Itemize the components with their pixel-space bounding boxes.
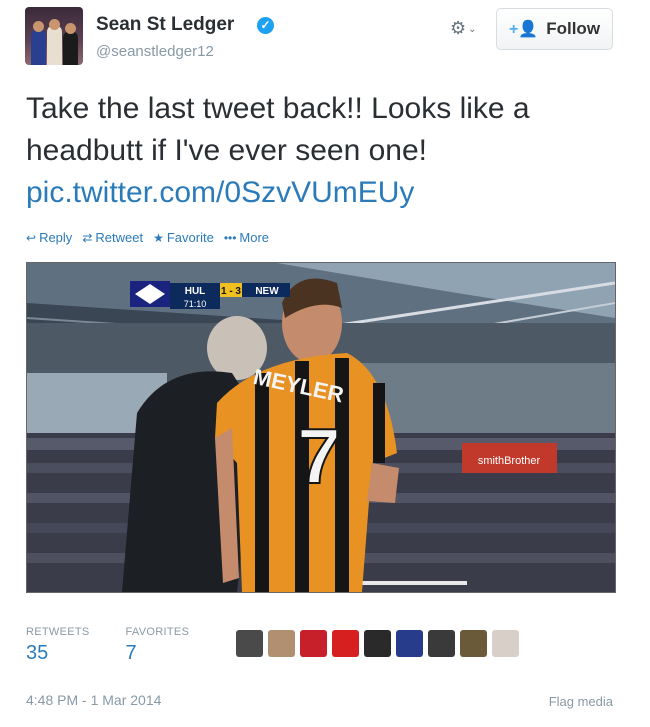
retweet-icon: ⇄	[82, 230, 93, 245]
more-action[interactable]: ••• More	[224, 230, 269, 245]
tweet-media-link[interactable]: pic.twitter.com/0SzvVUmEUy	[26, 172, 626, 214]
match-clock: 71:10	[184, 299, 207, 309]
user-name[interactable]: Sean St Ledger	[96, 14, 234, 36]
retweets-stat[interactable]: RETWEETS 35	[26, 626, 90, 665]
avatar-figure	[31, 29, 46, 65]
tweet-text: Take the last tweet back!! Looks like a …	[26, 88, 626, 214]
reply-label: Reply	[39, 230, 73, 245]
chevron-down-icon: ⌄	[468, 23, 477, 35]
tweet-actions: ↩ Reply ⇄ Retweet ★ Favorite ••• More	[26, 230, 269, 245]
favoriter-avatar[interactable]	[364, 630, 391, 657]
favoriter-avatar[interactable]	[300, 630, 327, 657]
avatar-head	[65, 23, 76, 34]
avatar-head	[33, 21, 44, 32]
score-home: HUL	[185, 286, 206, 297]
avatar[interactable]	[25, 7, 83, 65]
tweet-media-photo[interactable]: smithBrother MEYLER 7 HUL 1 - 3 NEW 71:1	[26, 262, 616, 593]
favoriter-avatar[interactable]	[492, 630, 519, 657]
favoriter-avatar[interactable]	[428, 630, 455, 657]
tweet-body: Take the last tweet back!! Looks like a …	[26, 92, 530, 167]
favorites-count: 7	[125, 642, 137, 664]
retweet-label: Retweet	[95, 230, 144, 245]
star-icon: ★	[153, 230, 164, 245]
stadium-banner: smithBrother	[478, 455, 541, 467]
favorite-label: Favorite	[166, 230, 214, 245]
favoriter-avatar[interactable]	[268, 630, 295, 657]
flag-media-link[interactable]: Flag media	[549, 694, 613, 709]
favorite-action[interactable]: ★ Favorite	[153, 230, 214, 245]
gear-icon: ⚙	[450, 18, 467, 38]
favorites-label: FAVORITES	[125, 626, 190, 638]
retweets-label: RETWEETS	[26, 626, 90, 638]
follow-icon: +👤	[508, 21, 539, 38]
shirt-number: 7	[297, 412, 340, 500]
avatar-head	[49, 19, 60, 30]
settings-menu[interactable]: ⚙ ⌄	[450, 18, 477, 39]
favorites-stat[interactable]: FAVORITES 7	[126, 626, 190, 665]
favoriter-avatar[interactable]	[332, 630, 359, 657]
more-label: More	[239, 230, 270, 245]
more-icon: •••	[223, 230, 237, 245]
verified-icon: ✓	[257, 17, 274, 34]
follow-label: Follow	[546, 19, 601, 38]
score-away: NEW	[255, 286, 279, 297]
reply-action[interactable]: ↩ Reply	[26, 230, 72, 245]
score-value: 1 - 3	[221, 286, 241, 297]
reply-icon: ↩	[26, 230, 37, 245]
tweet-stats: RETWEETS 35 FAVORITES 7	[26, 626, 189, 665]
follow-button[interactable]: +👤 Follow	[496, 8, 613, 50]
tweet-timestamp[interactable]: 4:48 PM - 1 Mar 2014	[26, 692, 161, 708]
avatar-figure	[63, 31, 78, 65]
favoriter-avatar[interactable]	[396, 630, 423, 657]
user-handle[interactable]: @seanstledger12	[96, 43, 214, 60]
football-scene: smithBrother MEYLER 7 HUL 1 - 3 NEW 71:1	[27, 263, 615, 592]
favoriter-avatar[interactable]	[460, 630, 487, 657]
favoriter-avatar[interactable]	[236, 630, 263, 657]
favoriters-list	[236, 630, 519, 657]
retweets-count: 35	[26, 642, 49, 664]
avatar-figure	[47, 25, 62, 65]
retweet-action[interactable]: ⇄ Retweet	[82, 230, 143, 245]
